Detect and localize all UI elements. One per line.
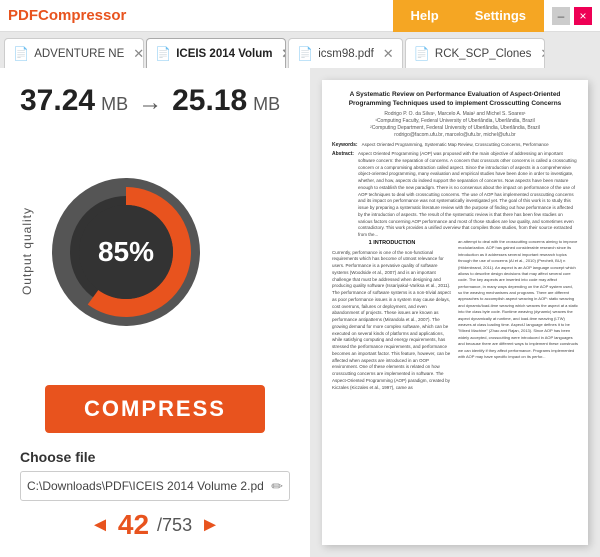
settings-button[interactable]: Settings bbox=[457, 0, 544, 32]
choose-file-section: Choose file C:\Downloads\PDF\ICEIS 2014 … bbox=[20, 449, 290, 501]
tab-rck[interactable]: 📄 RCK_SCP_Clones ✕ bbox=[405, 38, 545, 68]
page-current-number: 42 bbox=[118, 509, 149, 541]
pdf-col-right: an attempt to deal with the crosscutting… bbox=[458, 239, 578, 535]
tab-label-adventure: ADVENTURE NE bbox=[34, 48, 124, 60]
donut-chart[interactable]: 85% bbox=[46, 172, 206, 332]
logo-compressor: Compressor bbox=[38, 7, 126, 24]
original-size: 37.24 bbox=[20, 84, 95, 118]
page-navigation: ◄ 42 /753 ► bbox=[20, 509, 290, 541]
tab-adventure[interactable]: 📄 ADVENTURE NE ✕ bbox=[4, 38, 144, 68]
main-area: 37.24 MB → 25.18 MB Output quality 85% bbox=[0, 68, 600, 557]
donut-percent-label: 85% bbox=[98, 236, 154, 268]
tab-label-iceis: ICEIS 2014 Volum bbox=[176, 48, 272, 60]
original-unit: MB bbox=[101, 94, 128, 115]
tab-close-rck[interactable]: ✕ bbox=[540, 46, 544, 62]
tab-icon-rck: 📄 bbox=[414, 46, 430, 62]
right-panel: A Systematic Review on Performance Evalu… bbox=[310, 68, 600, 557]
close-button[interactable]: × bbox=[574, 7, 592, 25]
quality-label: Output quality bbox=[20, 207, 34, 295]
page-prev-button[interactable]: ◄ bbox=[90, 514, 110, 537]
choose-file-label: Choose file bbox=[20, 449, 290, 465]
quality-section: Output quality 85% bbox=[20, 134, 290, 369]
size-display: 37.24 MB → 25.18 MB bbox=[20, 84, 290, 118]
compress-button[interactable]: COMPRESS bbox=[45, 385, 265, 433]
tab-icon-adventure: 📄 bbox=[13, 46, 29, 62]
logo-pdf: PDF bbox=[8, 7, 38, 24]
pdf-preview: A Systematic Review on Performance Evalu… bbox=[322, 80, 588, 545]
pdf-col-right-text: an attempt to deal with the crosscutting… bbox=[458, 239, 578, 360]
pdf-col-left: 1 INTRODUCTION Currently, performance is… bbox=[332, 239, 452, 535]
window-controls: – × bbox=[552, 7, 592, 25]
tab-close-iceis[interactable]: ✕ bbox=[281, 46, 286, 62]
help-button[interactable]: Help bbox=[393, 0, 457, 32]
compressed-unit: MB bbox=[253, 94, 280, 115]
file-input-row[interactable]: C:\Downloads\PDF\ICEIS 2014 Volume 2.pd … bbox=[20, 471, 290, 501]
edit-icon[interactable]: ✏ bbox=[271, 478, 283, 495]
tab-icsm98[interactable]: 📄 icsm98.pdf ✕ bbox=[288, 38, 403, 68]
pdf-title: A Systematic Review on Performance Evalu… bbox=[332, 90, 578, 108]
tab-icon-icsm98: 📄 bbox=[297, 46, 313, 62]
tab-iceis[interactable]: 📄 ICEIS 2014 Volum ✕ bbox=[146, 38, 286, 68]
pdf-keywords: Keywords: Aspect Oriented Programming, S… bbox=[332, 142, 578, 148]
app-logo: PDFCompressor bbox=[8, 7, 126, 24]
left-panel: 37.24 MB → 25.18 MB Output quality 85% bbox=[0, 68, 310, 557]
title-bar: PDFCompressor Help Settings – × bbox=[0, 0, 600, 32]
compressed-size: 25.18 bbox=[172, 84, 247, 118]
page-next-button[interactable]: ► bbox=[200, 514, 220, 537]
file-path-text: C:\Downloads\PDF\ICEIS 2014 Volume 2.pd bbox=[27, 479, 265, 493]
tab-label-icsm98: icsm98.pdf bbox=[318, 48, 374, 60]
tab-close-adventure[interactable]: ✕ bbox=[133, 46, 144, 62]
tabs-row: 📄 ADVENTURE NE ✕ 📄 ICEIS 2014 Volum ✕ 📄 … bbox=[0, 32, 600, 68]
pdf-columns: 1 INTRODUCTION Currently, performance is… bbox=[332, 239, 578, 535]
tab-label-rck: RCK_SCP_Clones bbox=[435, 48, 532, 60]
pdf-abstract: Abstract: Aspect Oriented Programming (A… bbox=[332, 151, 578, 239]
tab-icon-iceis: 📄 bbox=[155, 46, 171, 62]
pdf-authors: Rodrigo P. O. da Silva¹, Marcelo A. Maia… bbox=[332, 111, 578, 139]
page-total-number: /753 bbox=[157, 515, 192, 536]
top-nav: Help Settings bbox=[393, 0, 544, 32]
size-arrow: → bbox=[138, 89, 162, 117]
minimize-button[interactable]: – bbox=[552, 7, 570, 25]
tab-close-icsm98[interactable]: ✕ bbox=[383, 46, 394, 62]
